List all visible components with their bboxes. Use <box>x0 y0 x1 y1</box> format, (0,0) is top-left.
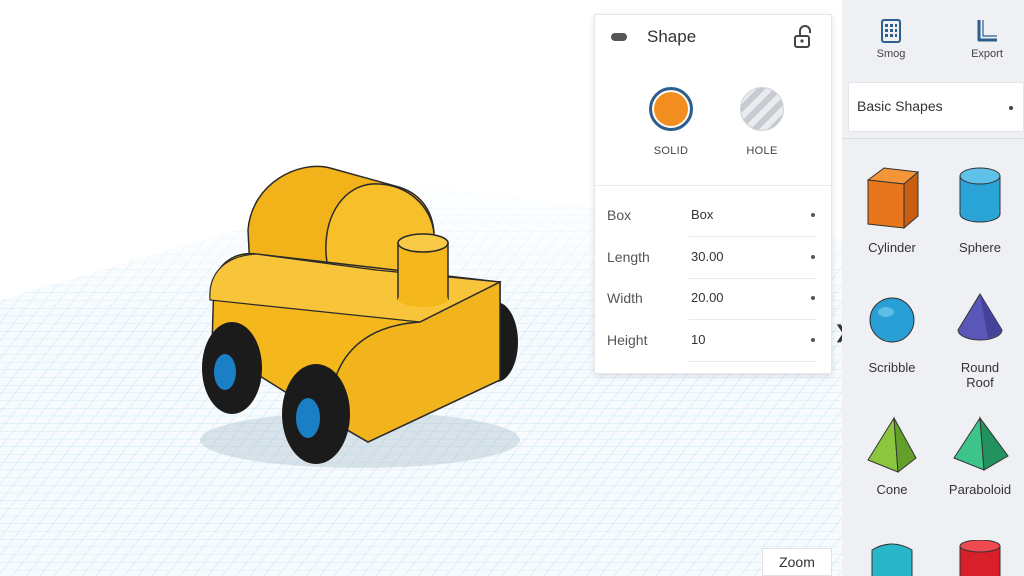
shape-tile-scribble[interactable]: Scribble <box>848 290 936 375</box>
property-menu-dot[interactable] <box>811 213 815 217</box>
shape-library-sidebar: Smog Export Basic Shapes Cylinder Sphere <box>842 0 1024 576</box>
purple-cone-icon <box>957 293 1003 341</box>
green-pyramid-icon <box>867 416 917 473</box>
shape-tile-partial-teal[interactable] <box>848 540 936 576</box>
property-row-type[interactable]: Box Box <box>595 195 831 237</box>
wheel-front-left <box>282 364 350 464</box>
teal-pyramid-icon <box>953 416 1009 471</box>
inspector-divider <box>595 185 831 186</box>
property-row-width[interactable]: Width 20.00 <box>595 278 831 320</box>
shape-label: Round Roof <box>960 360 1000 390</box>
category-menu-dot[interactable] <box>1009 106 1013 110</box>
shape-tile-cylinder[interactable]: Cylinder <box>848 162 936 255</box>
blue-cylinder-icon <box>959 167 1001 223</box>
hole-label: HOLE <box>746 145 778 157</box>
l-ruler-icon <box>977 20 997 42</box>
shape-tile-sphere[interactable]: Sphere <box>936 162 1024 255</box>
smog-label: Smog <box>876 48 906 60</box>
inspector-header: Shape <box>595 15 831 59</box>
property-row-height[interactable]: Height 10 <box>595 320 831 362</box>
property-menu-dot[interactable] <box>811 296 815 300</box>
teal-shape-icon <box>871 543 913 576</box>
height-input[interactable]: 10 <box>691 332 705 347</box>
shape-tile-round-roof[interactable]: Round Roof <box>936 290 1024 390</box>
hole-mode-button[interactable]: HOLE <box>732 87 792 157</box>
car-chimney-top <box>397 233 449 253</box>
grid-panel-icon <box>881 19 901 43</box>
solid-color-swatch[interactable] <box>649 87 693 131</box>
hole-swatch[interactable] <box>740 87 784 131</box>
shape-label: Paraboloid <box>948 482 1012 497</box>
solid-label: SOLID <box>653 145 689 157</box>
export-button[interactable]: Export <box>952 14 1022 60</box>
collapse-icon[interactable] <box>611 33 627 41</box>
shape-tile-cone[interactable]: Cone <box>848 414 936 497</box>
property-row-length[interactable]: Length 30.00 <box>595 237 831 279</box>
wheel-rear-left <box>202 322 262 414</box>
property-label: Height <box>607 332 648 348</box>
red-shape-icon <box>959 540 1001 576</box>
shape-label: Scribble <box>868 360 916 375</box>
shape-label: Cone <box>876 482 908 497</box>
smog-button[interactable]: Smog <box>856 14 926 60</box>
category-dropdown[interactable]: Basic Shapes <box>848 82 1024 132</box>
solid-mode-button[interactable]: SOLID <box>641 87 701 157</box>
shape-tile-paraboloid[interactable]: Paraboloid <box>936 414 1024 497</box>
orange-box-icon <box>866 167 920 230</box>
blue-sphere-icon <box>869 297 915 343</box>
property-menu-dot[interactable] <box>811 255 815 259</box>
property-label: Length <box>607 249 650 265</box>
shape-label: Cylinder <box>868 240 916 255</box>
shape-label: Sphere <box>959 240 1001 255</box>
export-label: Export <box>971 48 1003 60</box>
zoom-button[interactable]: Zoom <box>762 548 832 576</box>
property-label: Width <box>607 290 643 306</box>
unlock-icon[interactable] <box>791 25 813 49</box>
category-label: Basic Shapes <box>857 98 943 114</box>
shape-inspector-panel: Shape SOLID HOLE Box Box Length 30.00 Wi… <box>594 14 832 374</box>
property-label: Box <box>607 207 632 223</box>
width-input[interactable]: 20.00 <box>691 290 724 305</box>
property-menu-dot[interactable] <box>811 338 815 342</box>
inspector-title: Shape <box>647 27 697 46</box>
length-input[interactable]: 30.00 <box>691 249 724 264</box>
property-value[interactable]: Box <box>691 207 713 222</box>
shape-tile-partial-red[interactable] <box>936 540 1024 576</box>
